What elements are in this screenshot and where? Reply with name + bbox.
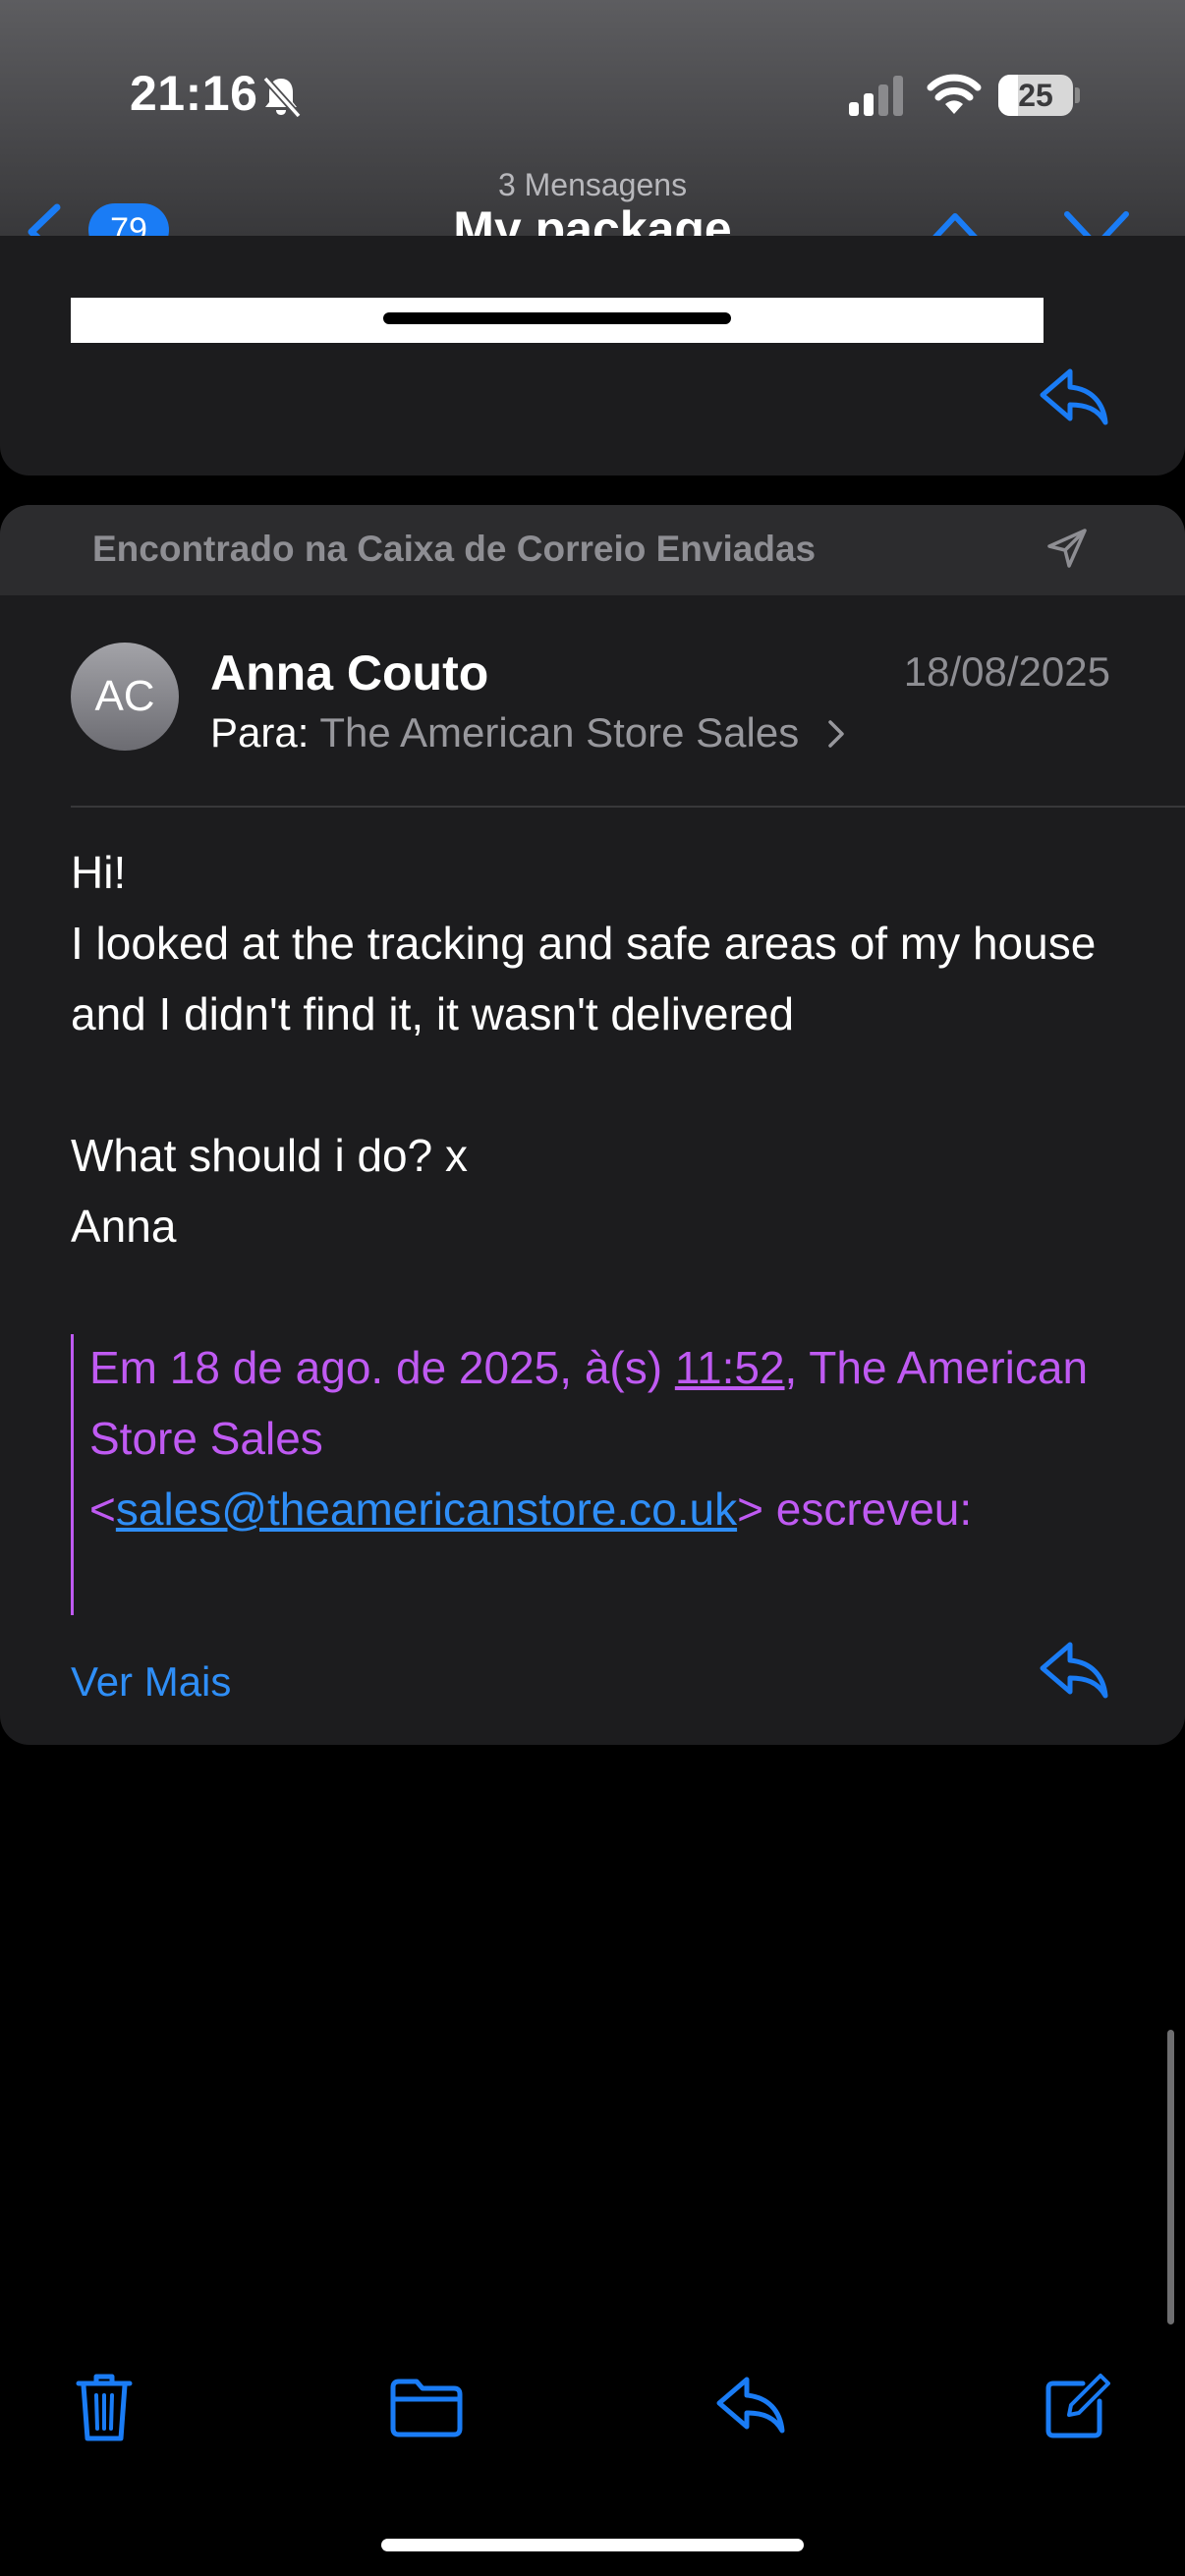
scroll-indicator[interactable] [1167,2030,1174,2324]
battery-level: 25 [1018,78,1053,113]
quote-suffix: > escreveu: [737,1484,973,1535]
reply-icon[interactable] [1037,1639,1111,1704]
see-more-link[interactable]: Ver Mais [71,1658,231,1706]
image-scroll-bar [383,312,731,324]
body-line [71,1049,1122,1120]
message-body: Hi! I looked at the tracking and safe ar… [71,837,1122,1261]
folder-icon[interactable] [389,2378,464,2438]
found-in-label: Encontrado na Caixa de Correio Enviadas [92,529,817,569]
body-line: I looked at the tracking and safe areas … [71,918,1097,1039]
header-divider [71,806,1185,808]
message-count: 3 Mensagens [497,167,688,202]
body-line: Hi! [71,847,127,898]
body-line: What should i do? x [71,1130,469,1181]
quote-bar [71,1334,74,1615]
reply-icon[interactable] [1037,365,1111,430]
cellular-signal-icon [849,76,903,116]
chevron-right-icon [828,720,844,748]
paper-plane-icon [1047,529,1087,568]
to-label: Para: [210,709,310,756]
body-line: Anna [71,1201,177,1252]
trash-icon[interactable] [75,2372,134,2444]
quote-prefix: Em 18 de ago. de 2025, à(s) [89,1342,675,1393]
quote-time-link[interactable]: 11:52 [675,1342,785,1393]
sender-name[interactable]: Anna Couto [210,644,488,701]
message-date: 18/08/2025 [903,648,1110,695]
bell-off-icon [262,76,302,119]
reply-icon[interactable] [713,2374,788,2438]
quoted-header: Em 18 de ago. de 2025, à(s) 11:52, The A… [89,1332,1131,1544]
quote-open-bracket: < [89,1484,116,1535]
wifi-icon [927,74,982,114]
avatar[interactable]: AC [71,643,179,751]
recipient-name[interactable]: The American Store Sales [319,709,799,756]
status-time: 21:16 [130,66,258,121]
quote-email-link[interactable]: sales@theamericanstore.co.uk [116,1484,737,1535]
previous-message-card [0,236,1185,476]
compose-icon[interactable] [1044,2372,1110,2440]
home-indicator[interactable] [381,2539,804,2551]
battery-icon: 25 [998,75,1080,116]
recipient-line[interactable]: Para: The American Store Sales [210,709,846,756]
